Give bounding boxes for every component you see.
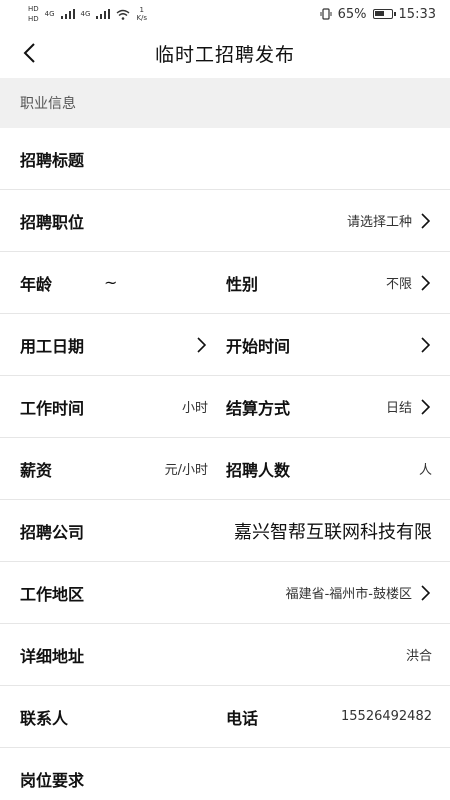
contact-field[interactable]: 联系人 [20, 686, 226, 747]
work-hours-unit: 小时 [181, 401, 208, 416]
address-value: 洪合 [405, 649, 432, 664]
status-right: 65% 15:33 [320, 7, 436, 22]
speed-value: 1 [139, 6, 144, 14]
clock: 15:33 [398, 6, 436, 22]
signal-icon [96, 9, 111, 19]
chevron-left-icon [23, 43, 35, 63]
salary-unit: 元/小时 [164, 463, 208, 478]
age-gender-row: 年龄 ~ 性别 不限 [0, 252, 450, 314]
sim-label-1: HD [28, 5, 39, 13]
gender-label: 性别 [226, 274, 259, 294]
sim-indicators: HD HD [28, 5, 39, 23]
job-form: 招聘标题 招聘职位 请选择工种 年龄 ~ 性别 不限 用工日期 开始时间 工作时… [0, 128, 450, 800]
chevron-right-icon [418, 584, 432, 601]
nav-bar: 临时工招聘发布 [0, 28, 450, 78]
settlement-label: 结算方式 [226, 398, 291, 418]
region-row[interactable]: 工作地区 福建省-福州市-鼓楼区 [0, 562, 450, 624]
chevron-right-icon [418, 398, 432, 415]
company-label: 招聘公司 [20, 522, 85, 542]
network-type-1: 4G [44, 10, 55, 18]
position-row[interactable]: 招聘职位 请选择工种 [0, 190, 450, 252]
salary-headcount-row: 薪资 元/小时 招聘人数 人 [0, 438, 450, 500]
chevron-right-icon [418, 336, 432, 353]
settlement-field[interactable]: 结算方式 日结 [226, 376, 432, 437]
region-value: 福建省-福州市-鼓楼区 [285, 587, 412, 602]
age-separator: ~ [104, 273, 118, 292]
network-type-2: 4G [80, 10, 91, 18]
start-time-field[interactable]: 开始时间 [226, 314, 432, 375]
phone-field[interactable]: 电话 15526492482 [226, 686, 432, 747]
job-title-label: 招聘标题 [20, 150, 85, 170]
phone-value: 15526492482 [341, 709, 432, 724]
age-field[interactable]: 年龄 ~ [20, 252, 226, 313]
headcount-field[interactable]: 招聘人数 人 [226, 438, 432, 499]
salary-field[interactable]: 薪资 元/小时 [20, 438, 226, 499]
status-bar: HD HD 4G 4G 1 K/s 65% 15:33 [0, 0, 450, 28]
company-value: 嘉兴智帮互联网科技有限 [234, 521, 432, 543]
speed-unit: K/s [136, 14, 148, 22]
address-label: 详细地址 [20, 646, 85, 666]
job-title-row[interactable]: 招聘标题 [0, 128, 450, 190]
work-date-field[interactable]: 用工日期 [20, 314, 226, 375]
region-label: 工作地区 [20, 584, 85, 604]
network-speed: 1 K/s [136, 6, 147, 22]
requirements-row[interactable]: 岗位要求 [0, 748, 450, 800]
settlement-value: 日结 [385, 401, 412, 416]
sim-label-2: HD [28, 15, 39, 23]
section-header: 职业信息 [0, 78, 450, 128]
section-title: 职业信息 [20, 96, 76, 112]
work-date-label: 用工日期 [20, 336, 85, 356]
contact-phone-row: 联系人 电话 15526492482 [0, 686, 450, 748]
company-row[interactable]: 招聘公司 嘉兴智帮互联网科技有限 [0, 500, 450, 562]
date-time-row: 用工日期 开始时间 [0, 314, 450, 376]
status-left: HD HD 4G 4G 1 K/s [28, 5, 147, 23]
phone-label: 电话 [226, 708, 259, 728]
back-button[interactable] [14, 38, 44, 68]
page-title: 临时工招聘发布 [154, 43, 295, 66]
headcount-label: 招聘人数 [226, 460, 291, 480]
work-hours-label: 工作时间 [20, 398, 85, 418]
battery-fill [374, 11, 385, 16]
headcount-unit: 人 [418, 463, 432, 478]
gender-value: 不限 [385, 277, 412, 292]
salary-label: 薪资 [20, 460, 53, 480]
position-value: 请选择工种 [346, 215, 412, 230]
position-label: 招聘职位 [20, 212, 85, 232]
chevron-right-icon [194, 336, 208, 353]
start-time-label: 开始时间 [226, 336, 291, 356]
wifi-icon [116, 9, 130, 20]
work-hours-field[interactable]: 工作时间 小时 [20, 376, 226, 437]
signal-icon [60, 9, 75, 19]
contact-label: 联系人 [20, 708, 69, 728]
address-row[interactable]: 详细地址 洪合 [0, 624, 450, 686]
vibrate-icon [320, 8, 332, 20]
hours-settlement-row: 工作时间 小时 结算方式 日结 [0, 376, 450, 438]
battery-percent: 65% [337, 6, 367, 22]
chevron-right-icon [418, 212, 432, 229]
gender-field[interactable]: 性别 不限 [226, 252, 432, 313]
chevron-right-icon [418, 274, 432, 291]
age-label: 年龄 [20, 274, 53, 294]
battery-icon [372, 9, 396, 19]
requirements-label: 岗位要求 [20, 771, 85, 790]
